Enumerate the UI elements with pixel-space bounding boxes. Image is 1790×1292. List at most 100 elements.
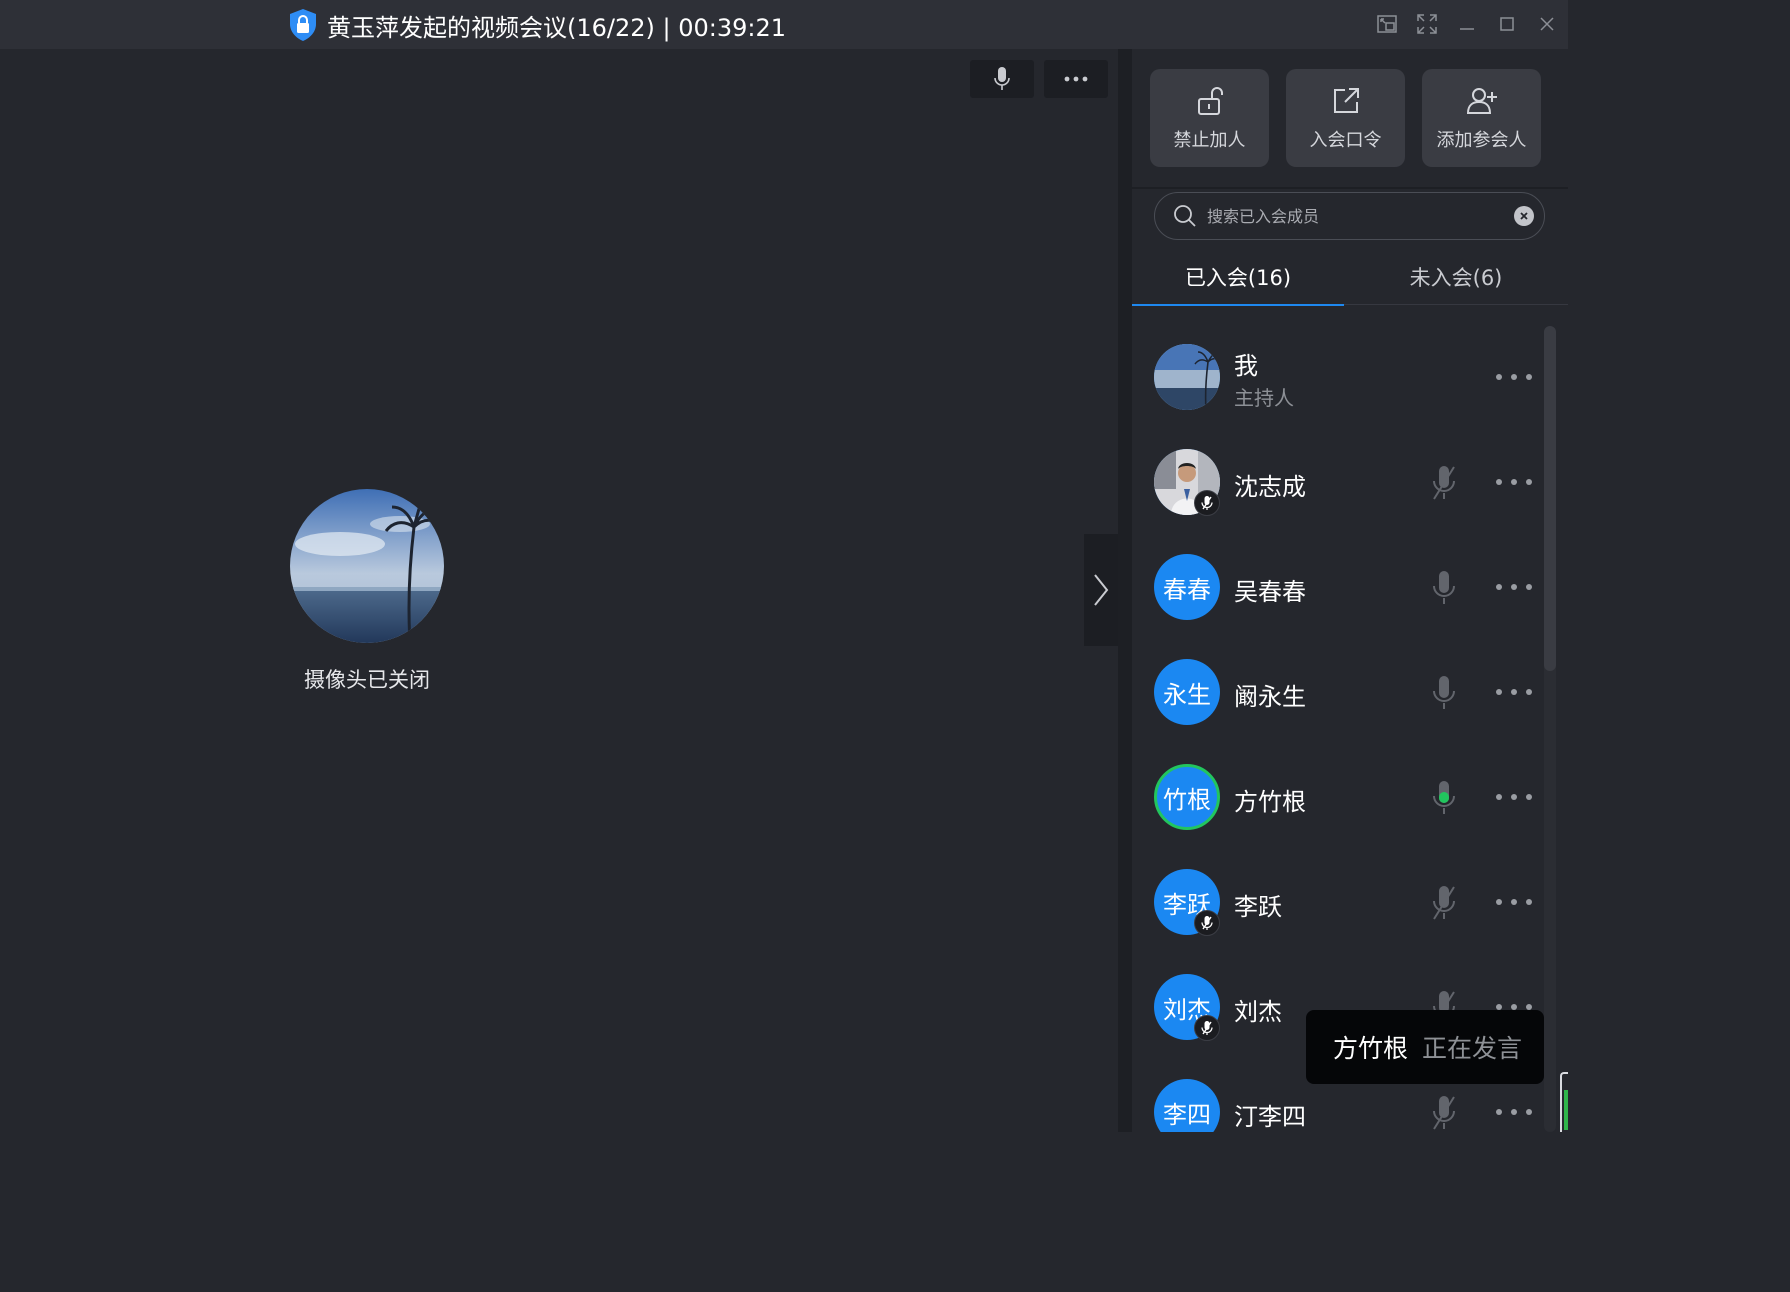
member-more-button[interactable]: [1492, 572, 1536, 602]
member-name: 刘杰: [1234, 998, 1282, 1026]
avatar: 春春: [1154, 554, 1220, 620]
stage-more-button[interactable]: [1044, 60, 1108, 98]
camera-off-label: 摄像头已关闭: [304, 668, 430, 692]
maximize-button[interactable]: [1496, 10, 1518, 38]
member-list-scrollbar[interactable]: [1544, 326, 1556, 1132]
fullscreen-icon: [1417, 14, 1437, 34]
lock-meeting-button[interactable]: 禁止加人: [1150, 69, 1269, 167]
shield-lock-icon: [290, 9, 316, 41]
member-name: 阚永生: [1234, 683, 1306, 711]
microphone-icon: [1433, 676, 1455, 709]
lock-meeting-label: 禁止加人: [1173, 130, 1246, 151]
member-mic-button[interactable]: [1426, 1093, 1462, 1132]
minimize-icon: [1460, 28, 1474, 30]
speaker-name: 方竹根: [1333, 1034, 1409, 1063]
mic-muted-icon: [1433, 886, 1455, 920]
member-mic-button[interactable]: [1426, 883, 1462, 923]
muted-badge: [1194, 910, 1220, 936]
member-mic-button[interactable]: [1426, 778, 1462, 818]
muted-badge: [1194, 490, 1220, 516]
minimize-button[interactable]: [1456, 10, 1478, 38]
more-icon: [1496, 899, 1532, 905]
member-row[interactable]: 我 主持人: [1132, 326, 1568, 431]
pip-button[interactable]: [1376, 10, 1398, 38]
member-row[interactable]: 竹根 方竹根: [1132, 746, 1568, 851]
panel-divider: [1118, 49, 1132, 1132]
more-icon: [1064, 76, 1088, 82]
more-icon: [1496, 1109, 1532, 1115]
member-more-button[interactable]: [1492, 677, 1536, 707]
avatar: 李四: [1154, 1079, 1220, 1132]
mic-muted-icon: [1201, 1021, 1213, 1035]
microphone-icon: [994, 67, 1010, 90]
beach-photo-image: [1154, 344, 1220, 410]
panel-separator: [1132, 187, 1568, 189]
member-row[interactable]: 永生 阚永生: [1132, 641, 1568, 746]
member-row[interactable]: 李跃 李跃: [1132, 851, 1568, 956]
member-more-button[interactable]: [1492, 887, 1536, 917]
window-title-area: 黄玉萍发起的视频会议(16/22) | 00:39:21: [287, 6, 786, 44]
member-name: 吴春春: [1234, 578, 1306, 606]
search-icon: [1174, 205, 1196, 227]
member-mic-button[interactable]: [1426, 568, 1462, 608]
tab-joined[interactable]: 已入会(16): [1132, 249, 1344, 306]
muted-badge: [1194, 1015, 1220, 1041]
member-name: 方竹根: [1234, 788, 1306, 816]
mic-muted-icon: [1201, 496, 1213, 510]
member-search-input[interactable]: [1207, 206, 1514, 226]
mic-muted-icon: [1433, 466, 1455, 500]
fullscreen-button[interactable]: [1416, 10, 1438, 38]
meeting-passcode-label: 入会口令: [1309, 130, 1382, 151]
avatar: 永生: [1154, 659, 1220, 725]
member-role: 主持人: [1234, 386, 1294, 410]
window-title: 黄玉萍发起的视频会议(16/22) | 00:39:21: [327, 13, 787, 42]
more-icon: [1496, 689, 1532, 695]
add-user-icon: [1466, 88, 1497, 114]
title-bar: 黄玉萍发起的视频会议(16/22) | 00:39:21: [0, 0, 1568, 49]
member-name: 李跃: [1234, 893, 1282, 921]
more-icon: [1496, 479, 1532, 485]
member-tabs: 已入会(16) 未入会(6): [1132, 249, 1568, 306]
meeting-passcode-button[interactable]: 入会口令: [1286, 69, 1405, 167]
chevron-right-icon: [1094, 574, 1109, 606]
mic-speaking-icon: [1433, 781, 1455, 814]
member-mic-button[interactable]: [1426, 673, 1462, 713]
microphone-icon: [1433, 571, 1455, 604]
add-participant-label: 添加参会人: [1436, 130, 1527, 151]
member-more-button[interactable]: [1492, 1097, 1536, 1127]
unlock-icon: [1197, 87, 1223, 115]
search-clear-button[interactable]: [1514, 206, 1534, 226]
speaker-status: 正在发言: [1422, 1034, 1523, 1063]
member-row[interactable]: 春春 吴春春: [1132, 536, 1568, 641]
scrollbar-thumb[interactable]: [1544, 326, 1556, 671]
member-name: 我: [1234, 352, 1258, 380]
video-stage: 摄像头已关闭: [0, 49, 1118, 1132]
add-participant-button[interactable]: 添加参会人: [1422, 69, 1541, 167]
avatar: 竹根: [1154, 764, 1220, 830]
mic-muted-icon: [1201, 916, 1213, 930]
member-search: [1154, 192, 1545, 240]
stage-mic-button[interactable]: [970, 60, 1034, 98]
mic-muted-icon: [1433, 1096, 1455, 1130]
member-more-button[interactable]: [1492, 782, 1536, 812]
more-icon: [1496, 374, 1532, 380]
maximize-icon: [1500, 17, 1514, 31]
share-icon: [1333, 88, 1359, 113]
avatar: [1154, 344, 1220, 410]
panel-toggle-button[interactable]: [1084, 534, 1118, 646]
speaking-toast: 方竹根 正在发言: [1306, 1010, 1544, 1084]
host-avatar-large: [290, 489, 444, 643]
more-icon: [1496, 584, 1532, 590]
clear-icon: [1520, 212, 1528, 220]
audio-level-indicator: [1560, 1072, 1568, 1132]
member-mic-button[interactable]: [1426, 463, 1462, 503]
pip-icon: [1377, 15, 1397, 33]
member-row[interactable]: 沈志成: [1132, 431, 1568, 536]
member-more-button[interactable]: [1492, 467, 1536, 497]
member-more-button[interactable]: [1492, 362, 1536, 392]
beach-photo-image: [290, 489, 444, 643]
tab-not-joined[interactable]: 未入会(6): [1344, 249, 1568, 305]
close-button[interactable]: [1536, 10, 1558, 38]
member-name: 汀李四: [1234, 1103, 1306, 1131]
stage-toolbar: [970, 60, 1108, 98]
